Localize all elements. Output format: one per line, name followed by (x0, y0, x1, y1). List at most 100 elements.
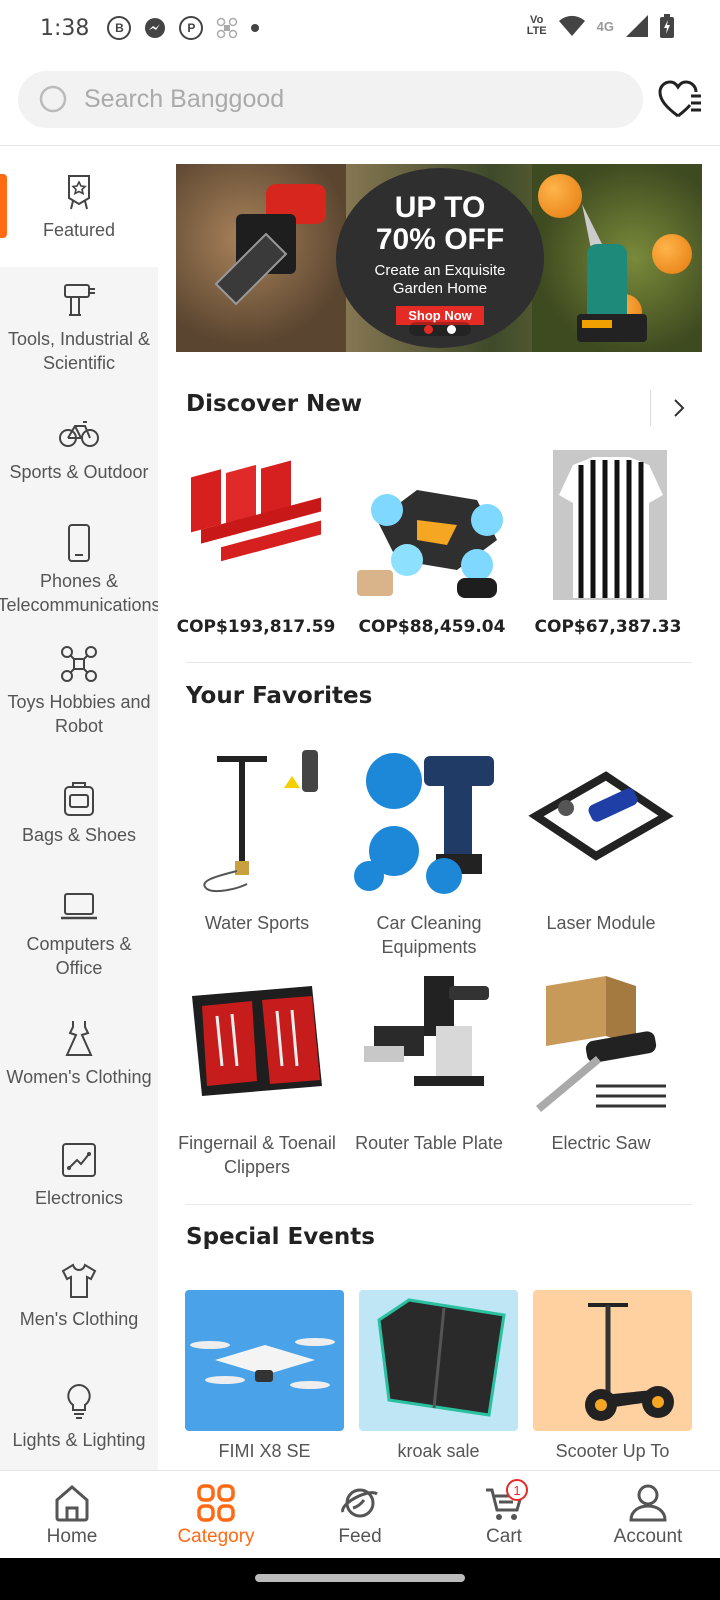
system-navigation-bar (0, 1558, 720, 1600)
sidebar-item-label: Women's Clothing (6, 1066, 152, 1087)
category-grid-icon (197, 1483, 235, 1522)
sidebar-item-featured[interactable]: Featured (0, 146, 158, 267)
planet-icon (341, 1488, 378, 1517)
banner-subtitle-2: Garden Home (392, 279, 488, 297)
sidebar-item-label: Tools, Industrial & Scientific (7, 328, 151, 373)
promo-text-circle: UP TO 70% OFF Create an Exquisite Garden… (336, 168, 544, 348)
promo-banner[interactable]: UP TO 70% OFF Create an Exquisite Garden… (176, 164, 702, 352)
sidebar-item-label: Sports & Outdoor (9, 461, 149, 482)
event-image-scooter (533, 1290, 692, 1431)
nav-home[interactable]: Home (0, 1471, 144, 1558)
network-type-label: 4G (596, 18, 614, 34)
system-icons: Vo LTE 4G (527, 14, 674, 38)
nav-category[interactable]: Category (144, 1471, 288, 1558)
nav-cart[interactable]: 1 Cart (432, 1471, 576, 1558)
signal-icon (626, 15, 648, 37)
dress-icon (65, 1020, 93, 1056)
your-favorites-title: Your Favorites (186, 683, 373, 709)
category-sidebar: Featured Tools, Industrial & Scientific … (0, 146, 158, 1470)
bicycle-icon (59, 420, 99, 447)
favorite-name: Laser Module (546, 913, 656, 933)
section-divider (186, 1204, 692, 1205)
scooter-image (585, 1303, 674, 1421)
favorite-image-router-plate (364, 976, 489, 1086)
discover-product[interactable]: COP$88,459.04 (352, 450, 512, 637)
search-bar[interactable] (18, 71, 643, 128)
discover-product[interactable]: COP$67,387.33 (528, 450, 688, 637)
status-time: 1:38 (40, 15, 90, 41)
solar-panel-image (377, 1298, 506, 1417)
product-price: COP$193,817.59 (176, 617, 336, 637)
event-image-solar-panel (359, 1290, 518, 1431)
phone-icon (68, 523, 90, 562)
messenger-icon (145, 18, 166, 38)
sidebar-item-label: Electronics (34, 1187, 124, 1208)
banner-pagination (409, 322, 471, 336)
favorite-image-pump (203, 750, 318, 893)
nav-label: Account (613, 1525, 683, 1547)
discover-product[interactable]: COP$193,817.59 (176, 450, 336, 637)
nav-account[interactable]: Account (576, 1471, 720, 1558)
chainsaw-image (214, 184, 326, 306)
favorite-name: Electric Saw (551, 1133, 651, 1153)
favorite-name: Fingernail & Toenail Clippers (178, 1133, 336, 1177)
sidebar-item-tools[interactable]: Tools, Industrial & Scientific (0, 267, 158, 388)
drill-icon (64, 283, 95, 316)
category-content: UP TO 70% OFF Create an Exquisite Garden… (158, 146, 720, 1470)
sidebar-item-electronics[interactable]: Electronics (0, 1114, 158, 1235)
sidebar-item-sports[interactable]: Sports & Outdoor (0, 388, 158, 509)
b-app-icon: B (107, 16, 132, 40)
favorite-item[interactable]: Electric Saw (516, 966, 686, 1155)
nav-feed[interactable]: Feed (288, 1471, 432, 1558)
bag-icon (64, 781, 94, 816)
favorite-item[interactable]: Fingernail & Toenail Clippers (172, 966, 342, 1179)
sidebar-item-label: Toys Hobbies and Robot (7, 691, 151, 736)
banner-headline-2: 70% OFF (375, 222, 505, 256)
wifi-icon (558, 15, 585, 36)
search-header (0, 56, 720, 146)
sidebar-item-toys[interactable]: Toys Hobbies and Robot (0, 630, 158, 751)
event-name: Scooter Up To (555, 1441, 670, 1461)
pagination-dot-active[interactable] (423, 324, 433, 334)
pagination-dot[interactable] (447, 324, 457, 334)
sidebar-item-bags[interactable]: Bags & Shoes (0, 751, 158, 872)
bulb-icon (67, 1383, 91, 1419)
event-card[interactable]: FIMI X8 SE (185, 1290, 344, 1462)
wishlist-heart-icon[interactable] (658, 80, 702, 120)
chevron-right-icon (673, 399, 684, 417)
event-image-drone (185, 1290, 344, 1431)
discover-new-title: Discover New (186, 391, 363, 417)
sidebar-item-label: Bags & Shoes (21, 824, 137, 845)
bottom-navigation: Home Category Feed 1 Cart Account (0, 1470, 720, 1558)
product-price: COP$88,459.04 (358, 617, 506, 637)
section-divider (186, 662, 692, 663)
favorite-item[interactable]: Router Table Plate (344, 966, 514, 1155)
favorite-name: Car Cleaning Equipments (376, 913, 482, 957)
favorite-item[interactable]: Car Cleaning Equipments (344, 746, 514, 959)
sidebar-item-phones[interactable]: Phones & Telecommunications (0, 509, 158, 630)
sidebar-item-computers[interactable]: Computers & Office (0, 872, 158, 993)
favorite-image-brush-drill (354, 753, 494, 894)
shirt-icon (61, 1263, 97, 1298)
favorite-item[interactable]: Water Sports (172, 746, 342, 935)
drone-icon (61, 645, 97, 682)
event-card[interactable]: kroak sale (359, 1290, 518, 1462)
volte-icon: Vo LTE (526, 14, 547, 37)
search-input[interactable] (84, 85, 584, 114)
sidebar-item-mens-clothing[interactable]: Men's Clothing (0, 1235, 158, 1356)
event-card[interactable]: Scooter Up To (533, 1290, 692, 1462)
laptop-icon (61, 892, 97, 919)
discover-more-arrow[interactable] (650, 390, 706, 426)
drone-product-image (190, 1338, 335, 1389)
gesture-home-pill[interactable] (255, 1574, 465, 1582)
favorite-image-nail-clipper-kit (192, 986, 322, 1096)
product-image-red-blocks (191, 460, 321, 562)
nav-label: Home (46, 1525, 98, 1547)
sidebar-item-lights[interactable]: Lights & Lighting (0, 1356, 158, 1470)
battery-icon (660, 14, 674, 38)
sidebar-item-label: Featured (42, 219, 116, 240)
favorite-item[interactable]: Laser Module (516, 746, 686, 935)
sidebar-item-womens-clothing[interactable]: Women's Clothing (0, 993, 158, 1114)
featured-badge-icon (68, 174, 90, 209)
account-icon (629, 1484, 667, 1521)
